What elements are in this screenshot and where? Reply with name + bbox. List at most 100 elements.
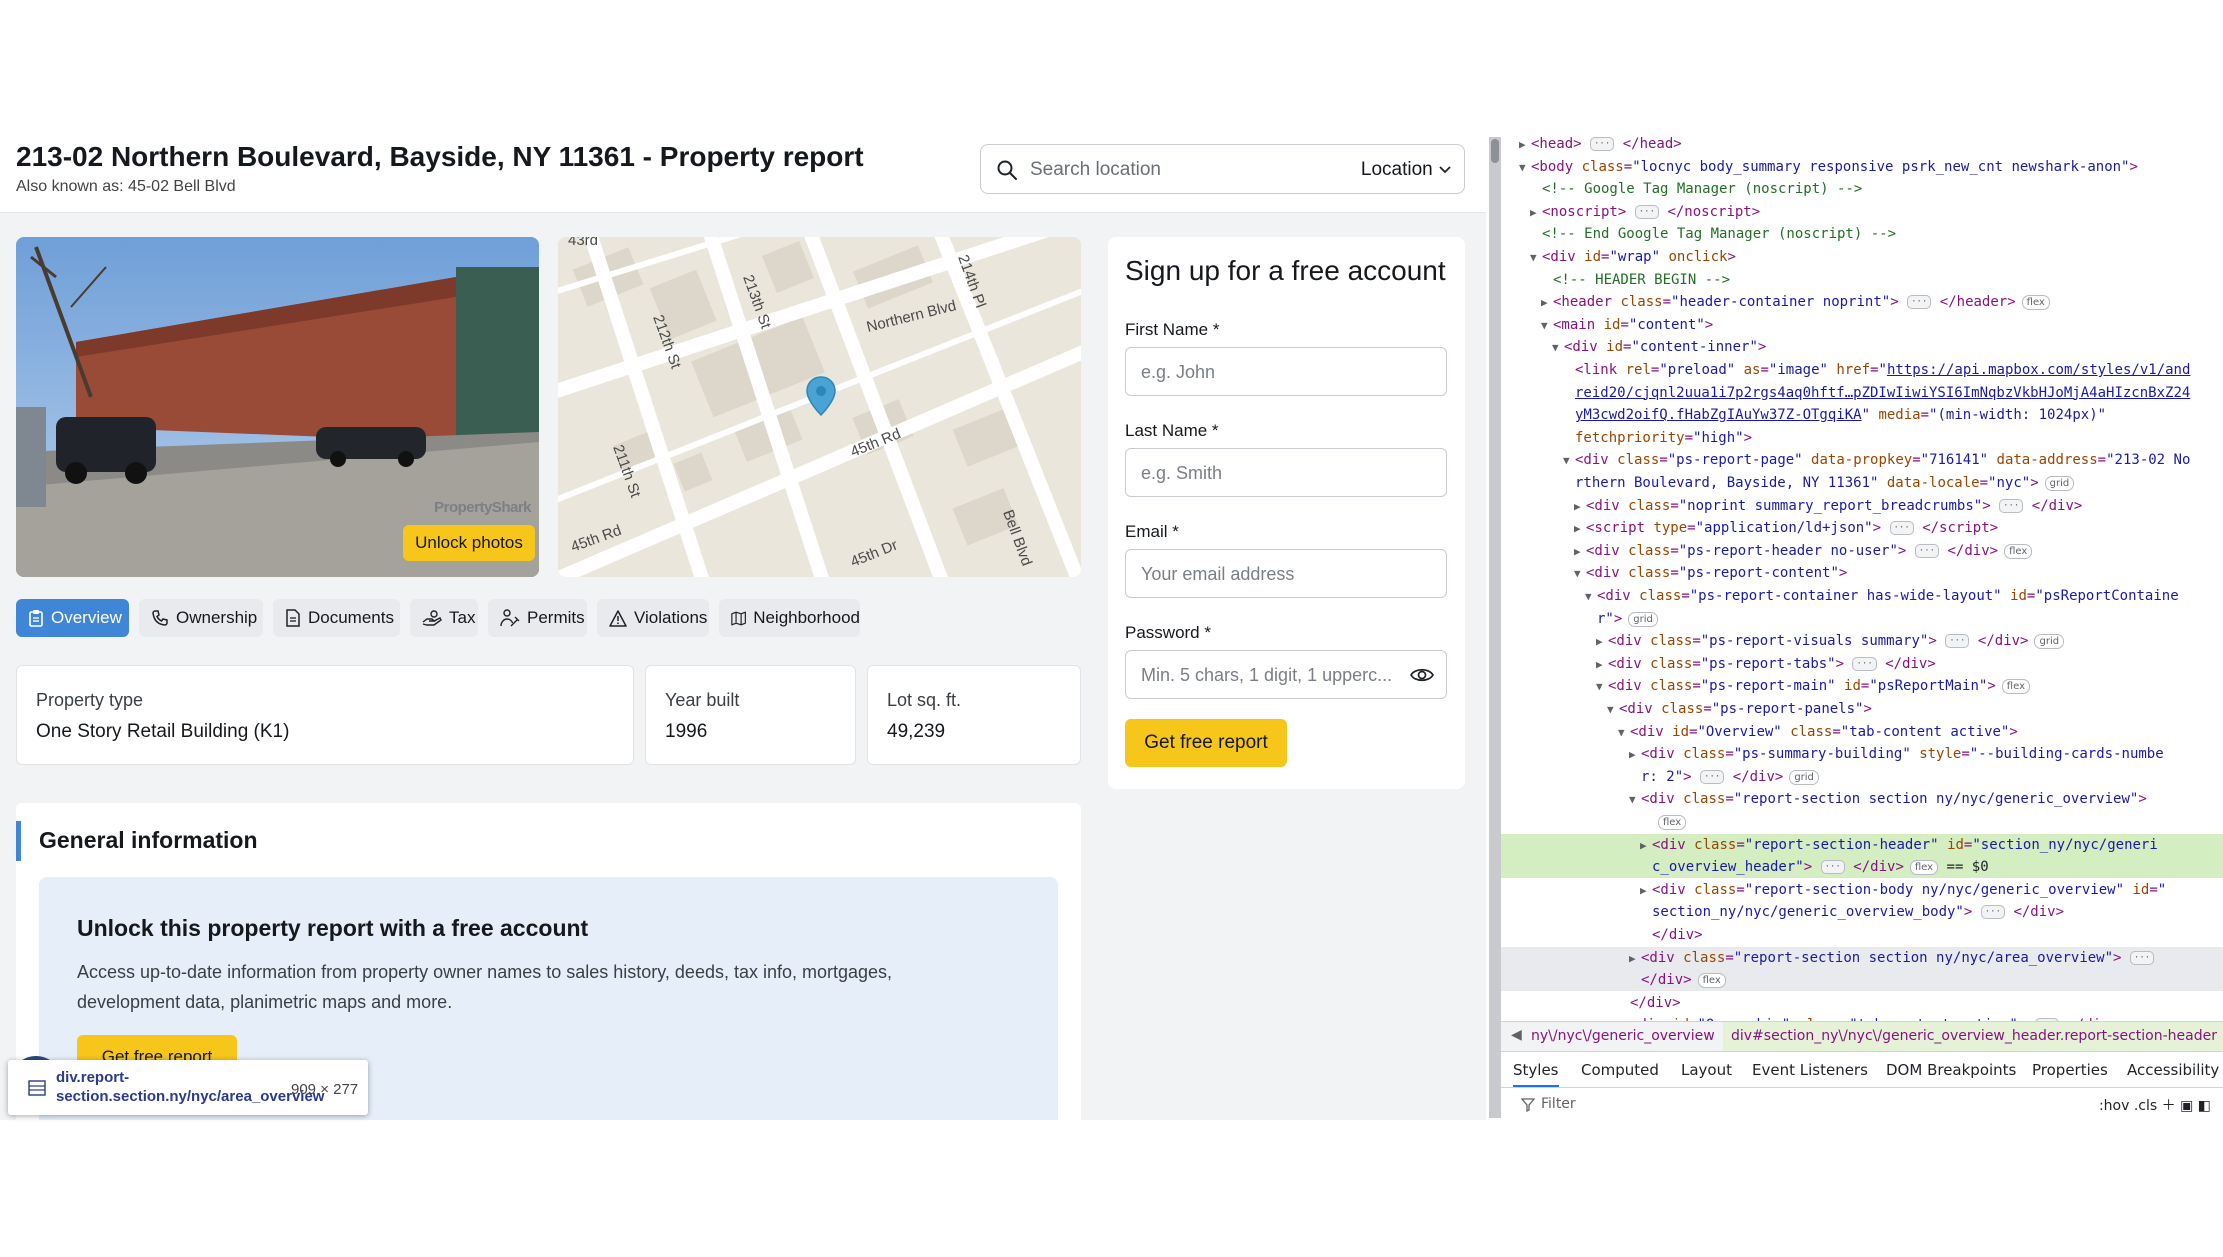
dom-line[interactable]: ▶ <div class="report-section-body ny/nyc/… <box>1501 879 2223 901</box>
location-dropdown[interactable]: Location <box>1361 159 1452 181</box>
filter-toolbar[interactable]: :hov .cls ＋ ▣ ◧ <box>2099 1095 2211 1115</box>
dom-line[interactable]: </div> flex <box>1501 969 2223 992</box>
dom-line[interactable]: flex <box>1501 811 2223 833</box>
expand-triangle-icon[interactable]: ▶ <box>1519 134 1531 156</box>
expand-triangle-icon[interactable]: ▼ <box>1585 586 1597 608</box>
dom-line[interactable]: </div> <box>1501 992 2223 1014</box>
dom-line[interactable]: ▶ <div class="ps-report-tabs"> ··· </div> <box>1501 653 2223 675</box>
dom-line[interactable]: <!-- Google Tag Manager (noscript) --> <box>1501 178 2223 200</box>
tab-event-listeners[interactable]: Event Listeners <box>1752 1061 1868 1079</box>
expand-triangle-icon[interactable]: ▶ <box>1596 631 1608 653</box>
expand-triangle-icon[interactable]: ▶ <box>1574 518 1586 540</box>
first-name-input[interactable]: e.g. John <box>1125 347 1447 396</box>
dom-line[interactable]: ▶<div id="Ownership" class="tab-content … <box>1501 1014 2223 1021</box>
dom-line[interactable]: </div> <box>1501 924 2223 946</box>
tab-tax[interactable]: Tax <box>410 599 478 637</box>
password-input[interactable]: Min. 5 chars, 1 digit, 1 upperc... <box>1125 650 1447 699</box>
dom-line[interactable]: ▶ <div class="ps-report-header no-user"> … <box>1501 540 2223 562</box>
filter-input[interactable]: Filter <box>1541 1096 1576 1112</box>
resize-thumb[interactable] <box>1491 139 1499 163</box>
dom-line[interactable]: yM3cwd2oifQ.fHabZgIAuYw37Z-OTgqiKA" medi… <box>1501 404 2223 426</box>
tab-neighborhood[interactable]: Neighborhood <box>719 599 860 637</box>
dom-line[interactable]: r"> grid <box>1501 608 2223 630</box>
property-map[interactable]: 43rd 214th Pl 213th St 212th St Northern… <box>558 237 1081 577</box>
tab-ownership[interactable]: Ownership <box>139 599 263 637</box>
dom-line[interactable]: ▼ <div class="report-section section ny/n… <box>1501 788 2223 810</box>
expand-triangle-icon[interactable]: ▼ <box>1574 563 1586 585</box>
dom-line[interactable]: ▶ <header class="header-container noprint… <box>1501 291 2223 313</box>
search-input[interactable]: Search location <box>1030 159 1161 181</box>
tab-documents[interactable]: Documents <box>273 599 400 637</box>
dom-line[interactable]: fetchpriority="high"> <box>1501 427 2223 449</box>
breadcrumb-item-selected[interactable]: div#section_ny\/nyc\/generic_overview_he… <box>1723 1022 2223 1051</box>
signup-get-free-report-button[interactable]: Get free report <box>1125 719 1287 767</box>
dom-line[interactable]: ▶ <noscript> ··· </noscript> <box>1501 201 2223 223</box>
expand-triangle-icon[interactable]: ▼ <box>1618 722 1630 744</box>
dom-line[interactable]: ▼ <main id="content"> <box>1501 314 2223 336</box>
expand-triangle-icon[interactable]: ▶ <box>1629 948 1641 970</box>
dom-line[interactable]: ▼ <div id="Overview" class="tab-content a… <box>1501 721 2223 743</box>
dom-line[interactable]: ▼ <div id="content-inner"> <box>1501 336 2223 358</box>
expand-triangle-icon[interactable]: ▶ <box>1574 496 1586 518</box>
tab-computed[interactable]: Computed <box>1581 1061 1659 1079</box>
dom-line[interactable]: r: 2"> ··· </div> grid <box>1501 766 2223 788</box>
dom-line[interactable]: ▼ <div class="ps-report-page" data-propke… <box>1501 449 2223 471</box>
tab-violations[interactable]: Violations <box>597 599 709 637</box>
expand-triangle-icon[interactable]: ▶ <box>1629 744 1641 766</box>
tab-styles[interactable]: Styles <box>1513 1061 1559 1087</box>
dom-line[interactable]: ▶ <div class="report-section section ny/n… <box>1501 946 2223 970</box>
chevron-left-icon[interactable]: ◀ <box>1511 1027 1522 1043</box>
last-name-input[interactable]: e.g. Smith <box>1125 448 1447 497</box>
eye-icon[interactable] <box>1410 665 1434 685</box>
dom-line[interactable]: ▼ <div id="wrap" onclick> <box>1501 246 2223 268</box>
expand-triangle-icon[interactable]: ▼ <box>1607 699 1619 721</box>
expand-triangle-icon[interactable]: ▶ <box>1530 202 1542 224</box>
expand-triangle-icon[interactable]: ▶ <box>1574 541 1586 563</box>
search-location-box[interactable]: Search location Location <box>980 144 1465 194</box>
dom-line[interactable]: ▶ <div class="report-section-header" id="… <box>1501 833 2223 857</box>
expand-triangle-icon[interactable]: ▶ <box>1640 880 1652 902</box>
dom-line[interactable]: ▶ <div class="ps-report-visuals summary">… <box>1501 630 2223 652</box>
tab-properties[interactable]: Properties <box>2032 1061 2108 1079</box>
devtools-resize-handle[interactable] <box>1489 137 1501 1118</box>
dom-line[interactable]: ▼ <div class="ps-report-panels"> <box>1501 698 2223 720</box>
expand-triangle-icon[interactable]: ▼ <box>1519 157 1531 179</box>
dom-line[interactable]: ▼ <div class="ps-report-container has-wid… <box>1501 585 2223 607</box>
expand-triangle-icon[interactable]: ▶ <box>1541 292 1553 314</box>
expand-triangle-icon[interactable]: ▼ <box>1552 337 1564 359</box>
dom-line[interactable]: ▶ <div class="ps-summary-building" style=… <box>1501 743 2223 765</box>
tab-layout[interactable]: Layout <box>1681 1061 1732 1079</box>
dom-line[interactable]: rthern Boulevard, Bayside, NY 11361" dat… <box>1501 472 2223 494</box>
dom-line[interactable]: ▼ <body class="locnyc body_summary respon… <box>1501 156 2223 178</box>
dom-line[interactable]: reid20/cjqnl2uua1i7p2rgs4aq0hftf…pZDIwIi… <box>1501 382 2223 404</box>
email-input[interactable]: Your email address <box>1125 549 1447 598</box>
expand-triangle-icon[interactable]: ▼ <box>1530 247 1542 269</box>
expand-triangle-icon[interactable]: ▶ <box>1596 654 1608 676</box>
dom-line[interactable]: c_overview_header"> ··· </div> flex == $0 <box>1501 856 2223 879</box>
expand-triangle-icon[interactable]: ▼ <box>1596 676 1608 698</box>
dom-line[interactable]: <!-- End Google Tag Manager (noscript) -… <box>1501 223 2223 245</box>
breadcrumb-item[interactable]: ny\/nyc\/generic_overview <box>1531 1028 1715 1044</box>
dom-line[interactable]: ▶ <div class="noprint summary_report_brea… <box>1501 495 2223 517</box>
dom-line-content: <div class="ps-report-header no-user"> ·… <box>1586 543 2033 559</box>
dom-line[interactable]: <link rel="preload" as="image" href="htt… <box>1501 359 2223 381</box>
section-title: General information <box>39 827 258 853</box>
hov-cls-toggles[interactable]: :hov .cls <box>2099 1098 2157 1114</box>
signup-form: Sign up for a free account First Name * … <box>1108 237 1465 789</box>
dom-line[interactable]: ▼ <div class="ps-report-content"> <box>1501 562 2223 584</box>
expand-triangle-icon[interactable]: ▶ <box>1640 835 1652 857</box>
tab-permits[interactable]: Permits <box>488 599 587 637</box>
expand-triangle-icon[interactable]: ▼ <box>1563 450 1575 472</box>
expand-triangle-icon[interactable]: ▼ <box>1629 789 1641 811</box>
dom-line[interactable]: ▼ <div class="ps-report-main" id="psRepor… <box>1501 675 2223 697</box>
dom-line[interactable]: section_ny/nyc/generic_overview_body"> ·… <box>1501 901 2223 923</box>
tab-overview[interactable]: Overview <box>16 599 129 637</box>
tab-dom-breakpoints[interactable]: DOM Breakpoints <box>1886 1061 2016 1079</box>
dom-line[interactable]: ▶ <script type="application/ld+json"> ···… <box>1501 517 2223 539</box>
dom-line[interactable]: ▶ <head> ··· </head> <box>1501 133 2223 155</box>
dom-line[interactable]: <!-- HEADER BEGIN --> <box>1501 269 2223 291</box>
expand-triangle-icon[interactable]: ▼ <box>1541 315 1553 337</box>
tab-accessibility[interactable]: Accessibility <box>2127 1061 2219 1079</box>
unlock-photos-button[interactable]: Unlock photos <box>403 525 535 561</box>
property-photo[interactable]: PropertyShark Unlock photos <box>16 237 539 577</box>
